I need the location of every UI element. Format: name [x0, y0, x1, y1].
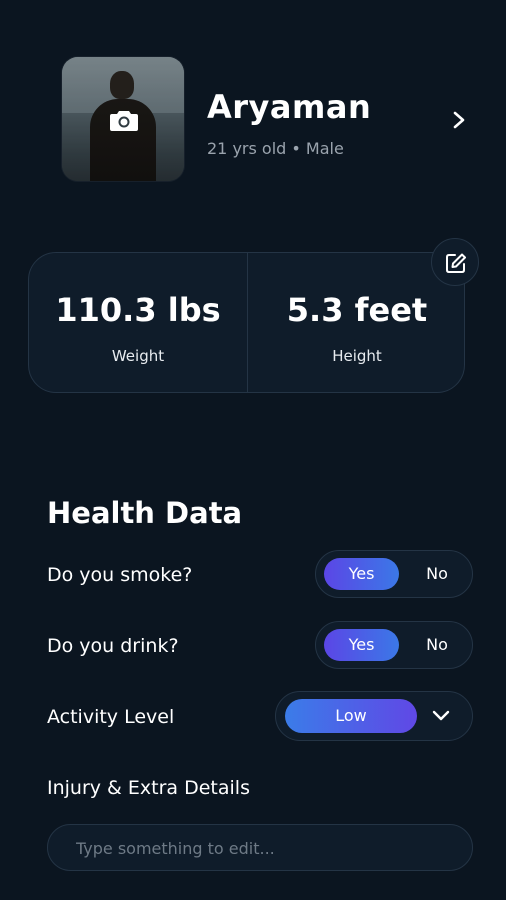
camera-icon[interactable] [110, 109, 138, 131]
weight-value: 110.3 lbs [55, 291, 221, 329]
smoke-yes-option[interactable]: Yes [324, 558, 399, 590]
smoke-question: Do you smoke? [47, 564, 193, 586]
drink-toggle: Yes No [315, 621, 473, 669]
edit-icon [446, 253, 466, 273]
health-data-title: Health Data [47, 496, 243, 530]
drink-no-option[interactable]: No [412, 629, 462, 661]
drink-yes-option[interactable]: Yes [324, 629, 399, 661]
profile-screen: Aryaman 21 yrs old • Male 110.3 lbs Weig… [0, 0, 506, 900]
profile-details: 21 yrs old • Male [207, 139, 344, 158]
avatar[interactable] [62, 57, 184, 181]
activity-level-value: Low [285, 699, 417, 733]
body-stats-card: 110.3 lbs Weight 5.3 feet Height [28, 252, 465, 393]
height-value: 5.3 feet [286, 291, 428, 329]
activity-level-label: Activity Level [47, 706, 175, 728]
injury-details-label: Injury & Extra Details [47, 777, 250, 799]
weight-label: Weight [111, 347, 165, 365]
injury-details-field [47, 824, 473, 872]
profile-name: Aryaman [207, 88, 372, 126]
drink-question: Do you drink? [47, 635, 179, 657]
height-label: Height [332, 347, 382, 365]
chevron-down-icon[interactable] [431, 708, 451, 724]
edit-stats-button[interactable] [431, 238, 479, 286]
chevron-right-icon[interactable] [448, 108, 470, 132]
smoke-toggle: Yes No [315, 550, 473, 598]
injury-details-input[interactable] [74, 825, 458, 872]
smoke-no-option[interactable]: No [412, 558, 462, 590]
activity-level-select[interactable]: Low [275, 691, 473, 741]
